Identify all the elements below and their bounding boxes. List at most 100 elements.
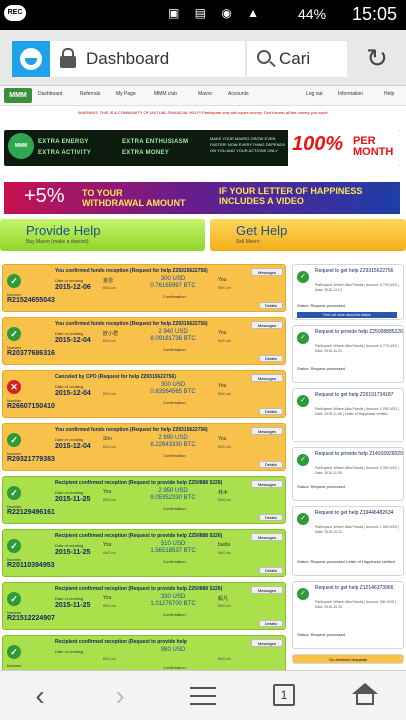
request-card[interactable]: ✓ Request to get help Z10146373966 Partici… — [292, 581, 404, 649]
amount-usd: 300 USD — [160, 276, 186, 282]
site-logo[interactable]: MMM — [4, 88, 32, 103]
request-details: Participant: Where Alba Parulis | Amount… — [315, 466, 399, 475]
nav-help[interactable]: Help — [384, 91, 394, 97]
messages-button[interactable]: Messages — [251, 533, 283, 541]
recipient: 林木 — [218, 490, 229, 496]
messages-button[interactable]: Messages — [251, 374, 283, 382]
nav-logout[interactable]: Log out — [306, 91, 323, 97]
request-card[interactable]: ✓ Request to get help Z26191734187 Partici… — [292, 388, 404, 442]
happiness-line4: INCLUDES A VIDEO — [219, 196, 304, 206]
transaction-date: 2015-11-25 — [55, 549, 91, 556]
nav-mmm-club[interactable]: MMM club — [154, 91, 177, 97]
amount-usd: 2 940 USD — [158, 329, 188, 335]
recipient-currency: BitCoin — [218, 656, 231, 661]
messages-button[interactable]: Messages — [251, 321, 283, 329]
amount-usd: 2 950 USD — [158, 488, 188, 494]
confirmation-label[interactable]: Confirmation — [163, 400, 186, 405]
transaction-title: Recipient confirmed reception (Request t… — [55, 480, 223, 486]
happiness-banner[interactable]: +5% TO YOUR WITHDRAWAL AMOUNT IF YOUR LE… — [4, 182, 400, 214]
transaction-row[interactable]: ✓ Number R29321779383 You confirmed funds r… — [2, 423, 286, 471]
details-button[interactable]: Details — [259, 461, 283, 468]
request-card[interactable]: ✓ Request to provide help Z14916926029 Par… — [292, 447, 404, 501]
transaction-row[interactable]: ✓ Number R21512224907 Recipient confirmed r… — [2, 582, 286, 630]
transaction-row[interactable]: ✓ Number R21524655043 You confirmed funds r… — [2, 264, 286, 312]
transaction-row[interactable]: ✓ Number R20110394953 Recipient confirmed r… — [2, 529, 286, 577]
request-card[interactable]: ✓ Request to get help Z19446482634 Partici… — [292, 506, 404, 576]
request-card[interactable]: ✓ Request to get help Z29315622756 Partici… — [292, 264, 404, 320]
amount-usd: 980 USD — [160, 647, 186, 653]
details-button[interactable]: Details — [259, 567, 283, 574]
transaction-number: R21524655043 — [7, 297, 55, 304]
nav-information[interactable]: Information — [338, 91, 363, 97]
confirmation-label[interactable]: Confirmation — [163, 347, 186, 352]
sender-currency: BitCoin — [103, 338, 116, 343]
transaction-number: R20377686316 — [7, 350, 55, 357]
details-button[interactable]: Details — [259, 514, 283, 521]
confirmation-label[interactable]: Confirmation — [163, 506, 186, 511]
sender-currency: BitCoin — [103, 656, 116, 661]
messages-button[interactable]: Messages — [251, 639, 283, 647]
provide-help-button[interactable]: Provide Help Buy Mavro (make a deposit) — [0, 219, 205, 251]
messages-button[interactable]: Messages — [251, 427, 283, 435]
request-title: Request to get help Z10146373966 — [315, 585, 394, 591]
transaction-title: Recipient confirmed reception (Request t… — [55, 639, 187, 645]
confirmation-label[interactable]: Confirmation — [163, 559, 186, 564]
nav-dashboard[interactable]: Dashboard — [38, 91, 62, 97]
transaction-number: R29321779383 — [7, 456, 55, 463]
amount-btc: 1.56518537 BTC — [150, 548, 196, 554]
nav-my-page[interactable]: My Page — [116, 91, 136, 97]
number-label: Number — [7, 663, 22, 668]
transaction-row[interactable]: ✕ Number R26607150410 Canceled by CPO (Requ… — [2, 370, 286, 418]
date-label: Date of creating — [55, 543, 84, 548]
home-icon[interactable] — [352, 683, 378, 707]
extra-banner[interactable]: MMM EXTRA EXTRA ENERGY EXTRA ENTHUSIASM … — [4, 130, 400, 166]
provide-help-title: Provide Help — [26, 223, 101, 238]
browser-logo-icon[interactable] — [12, 41, 50, 77]
nav-mavro[interactable]: Mavro — [198, 91, 212, 97]
happiness-line1: TO YOUR — [82, 188, 123, 198]
transaction-row[interactable]: ✓ Number R22129496161 Recipient confirmed r… — [2, 476, 286, 524]
back-icon[interactable]: ‹ — [20, 679, 60, 713]
warning-banner: WARNING! THIS IS A COMMUNITY OF MUTUAL F… — [0, 108, 406, 118]
request-title: Request to get help Z29315622756 — [315, 268, 394, 274]
search-box[interactable]: Cari — [247, 41, 347, 77]
messages-button[interactable]: Messages — [251, 480, 283, 488]
request-details: Participant: Where Alba Parulis | Amount… — [315, 525, 399, 534]
sender: You — [103, 542, 112, 548]
nav-accounts[interactable]: Accounts — [228, 91, 249, 97]
nav-referrals[interactable]: Referrals — [80, 91, 100, 97]
messages-button[interactable]: Messages — [251, 268, 283, 276]
details-button[interactable]: Details — [259, 620, 283, 627]
address-bar[interactable]: Dashboard — [50, 41, 245, 77]
confirmation-label[interactable]: Confirmation — [163, 612, 186, 617]
amount-btc: 0.76165997 BTC — [150, 283, 196, 289]
search-box-text: Cari — [279, 49, 311, 68]
archived-requests-link[interactable]: Go archived requests — [292, 654, 404, 664]
tabs-button[interactable]: 1 — [273, 684, 295, 706]
request-status-button[interactable]: Find out more about the status — [297, 312, 397, 318]
transaction-row[interactable]: ✓ Number Recipient confirmed reception (Re… — [2, 635, 286, 670]
transaction-date: 2015-12-04 — [55, 337, 91, 344]
recipient-currency: BitCoin — [218, 603, 231, 608]
menu-icon[interactable] — [190, 685, 216, 707]
get-help-button[interactable]: Get Help Sell Mavro — [210, 219, 406, 251]
transaction-row[interactable]: ✓ Number R20377686316 You confirmed funds r… — [2, 317, 286, 365]
amount-usd: 330 USD — [160, 594, 186, 600]
extra-activity: EXTRA ACTIVITY — [38, 150, 92, 156]
messages-button[interactable]: Messages — [251, 586, 283, 594]
date-label: Date of creating — [55, 490, 84, 495]
details-button[interactable]: Details — [259, 302, 283, 309]
confirmation-label[interactable]: Confirmation — [163, 453, 186, 458]
address-bar-text: Dashboard — [86, 49, 170, 68]
request-card[interactable]: ✓ Request to provide help Z25008885226 Par… — [292, 325, 404, 383]
details-button[interactable]: Details — [259, 355, 283, 362]
sender-currency: BitCoin — [103, 603, 116, 608]
sender-currency: BitCoin — [103, 285, 116, 290]
forward-icon[interactable]: › — [100, 679, 140, 713]
confirmation-label[interactable]: Confirmation — [163, 294, 186, 299]
details-button[interactable]: Details — [259, 408, 283, 415]
reload-icon[interactable]: ↻ — [363, 44, 391, 72]
sender: You — [103, 595, 112, 601]
request-details: Participant: Where Alba Parulis | Amount… — [315, 600, 396, 609]
search-icon — [257, 50, 271, 64]
